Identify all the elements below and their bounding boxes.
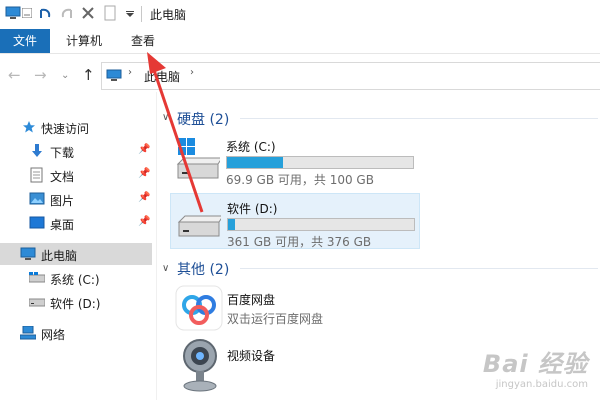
download-icon <box>32 144 42 157</box>
redo-icon[interactable] <box>60 6 74 22</box>
baidu-netdisk-icon[interactable] <box>175 285 223 331</box>
drive-usage-fill <box>227 157 283 168</box>
sidebar-item-label: 软件 (D:) <box>50 297 101 311</box>
drive-usage-bar <box>227 218 415 231</box>
group-header-other[interactable]: 其他 (2) <box>177 259 229 279</box>
undo-icon[interactable] <box>38 6 52 22</box>
breadcrumb-chevron-icon[interactable]: › <box>128 67 132 78</box>
computer-icon <box>20 247 36 260</box>
title-separator <box>141 6 142 22</box>
sidebar-item-label: 快速访问 <box>41 122 90 136</box>
sidebar-item-drive-d[interactable]: 软件 (D:) <box>0 291 152 313</box>
back-arrow-icon[interactable]: ← <box>8 66 21 84</box>
network-icon <box>20 326 36 340</box>
drive-name: 系统 (C:) <box>226 140 276 154</box>
item-description: 双击运行百度网盘 <box>227 312 324 326</box>
sidebar-item-documents[interactable]: 文档 📌 <box>0 164 152 186</box>
window-title: 此电脑 <box>150 8 187 22</box>
drive-usage-fill <box>228 219 236 230</box>
webcam-icon[interactable] <box>177 338 223 394</box>
document-icon <box>30 167 43 183</box>
item-name[interactable]: 视频设备 <box>227 347 275 364</box>
drive-space-info: 361 GB 可用，共 376 GB <box>227 235 372 249</box>
drive-icon <box>29 298 45 307</box>
sidebar-item-label: 下载 <box>50 146 75 160</box>
sidebar-item-pictures[interactable]: 图片 📌 <box>0 188 152 210</box>
sidebar-item-label: 此电脑 <box>41 249 78 263</box>
navigation-pane: 快速访问 下载 📌 文档 📌 图片 📌 桌面 📌 此电脑 系统 (C:) 软件 … <box>0 100 156 400</box>
drive-icon <box>29 272 45 283</box>
sidebar-item-this-pc[interactable]: 此电脑 <box>0 243 152 265</box>
drive-name: 软件 (D:) <box>227 202 278 216</box>
sidebar-item-desktop[interactable]: 桌面 📌 <box>0 212 152 234</box>
computer-icon <box>5 6 21 19</box>
new-file-icon[interactable] <box>104 5 116 21</box>
sidebar-item-drive-c[interactable]: 系统 (C:) <box>0 267 152 289</box>
delete-icon[interactable] <box>82 7 94 19</box>
desktop-icon <box>29 216 45 229</box>
sidebar-item-downloads[interactable]: 下载 📌 <box>0 140 152 162</box>
computer-icon <box>106 69 122 81</box>
recent-locations-chevron-icon[interactable]: ⌄ <box>61 70 69 81</box>
ribbon-tabs: 文件 计算机 查看 <box>0 28 600 54</box>
drive-usage-bar <box>226 156 414 169</box>
sidebar-item-label: 网络 <box>41 328 66 342</box>
watermark-logo: Bai 经验 <box>482 350 588 378</box>
customize-toolbar-dropdown-icon[interactable] <box>126 11 134 17</box>
group-divider <box>240 118 598 119</box>
up-arrow-icon[interactable]: ↑ <box>82 66 95 84</box>
sidebar-item-label: 系统 (C:) <box>50 273 100 287</box>
title-bar: 此电脑 <box>0 0 600 28</box>
properties-icon[interactable] <box>22 8 32 18</box>
sidebar-item-network[interactable]: 网络 <box>0 322 152 344</box>
tab-file[interactable]: 文件 <box>0 29 50 53</box>
sidebar-item-quick-access[interactable]: 快速访问 <box>0 116 152 138</box>
sidebar-item-label: 桌面 <box>50 218 75 232</box>
drive-space-info: 69.9 GB 可用，共 100 GB <box>226 173 374 187</box>
forward-arrow-icon[interactable]: → <box>34 66 47 84</box>
star-icon <box>23 121 35 133</box>
watermark-url: jingyan.baidu.com <box>495 379 588 390</box>
tab-view[interactable]: 查看 <box>131 29 155 53</box>
watermark: Bai 经验 jingyan.baidu.com <box>483 344 588 390</box>
sidebar-item-label: 文档 <box>50 170 75 184</box>
picture-icon <box>29 192 45 205</box>
tab-computer[interactable]: 计算机 <box>66 29 102 53</box>
collapse-chevron-icon[interactable]: ∨ <box>162 263 169 274</box>
item-name[interactable]: 百度网盘 <box>227 291 275 308</box>
annotation-arrow <box>147 52 204 213</box>
group-divider <box>240 268 598 269</box>
sidebar-item-label: 图片 <box>50 194 75 208</box>
